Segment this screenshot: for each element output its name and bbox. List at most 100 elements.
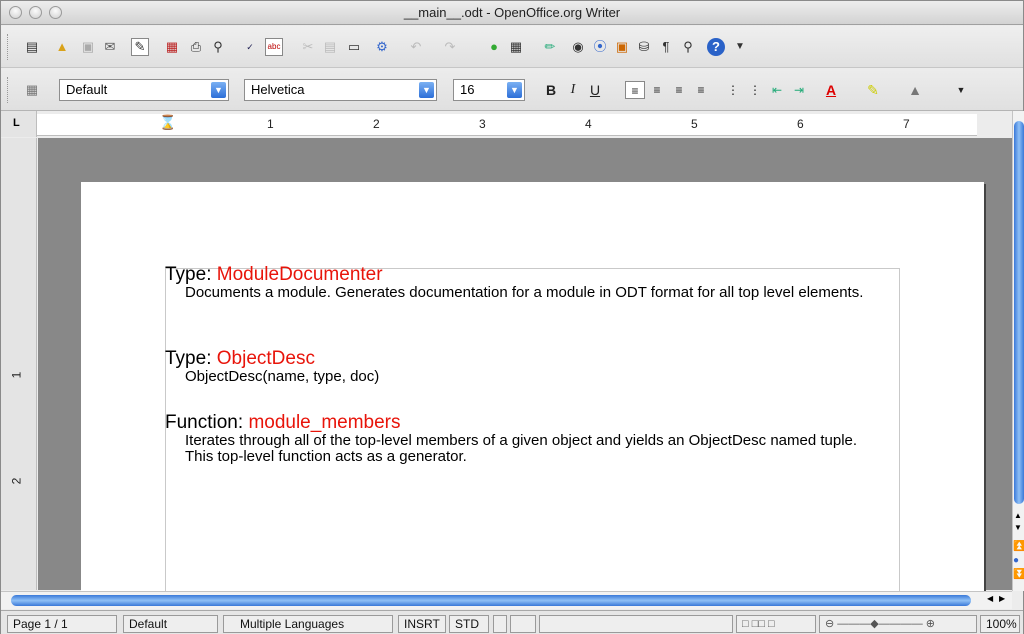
ruler-number: 2 (373, 117, 380, 131)
vertical-scroll-thumb[interactable] (1014, 121, 1024, 504)
scroll-down-icon[interactable]: ▼ (1014, 523, 1022, 532)
increase-indent-icon[interactable]: ⇥ (789, 81, 809, 99)
entry-name: ObjectDesc (216, 348, 315, 369)
indent-marker-icon[interactable]: ⌛ (159, 114, 176, 131)
show-draw-functions-icon[interactable]: ✏ (541, 38, 559, 56)
chevron-down-icon[interactable]: ▼ (211, 82, 226, 98)
paragraph-style-value: Default (66, 82, 108, 97)
entry-description: Iterates through all of the top-level me… (185, 432, 858, 465)
entry-heading: Type: ObjectDesc (165, 349, 885, 369)
clone-formatting-icon[interactable]: ⚙ (373, 38, 391, 56)
font-size-select[interactable]: 16 ▼ (453, 79, 525, 101)
entry-kind: Function: (165, 412, 249, 433)
toolbar-grip[interactable] (7, 34, 11, 60)
help-icon[interactable]: ? (707, 38, 725, 56)
vertical-ruler[interactable]: 1 2 (1, 138, 37, 590)
status-bar: Page 1 / 1 Default Multiple Languages IN… (1, 610, 1023, 634)
edit-file-icon[interactable]: ✎ (131, 38, 149, 56)
justify-icon[interactable]: ≡ (691, 81, 711, 99)
navigation-icon[interactable]: ● (1013, 555, 1019, 566)
print-icon[interactable]: ⎙ (187, 38, 205, 56)
digital-signature-indicator (510, 615, 536, 633)
writer-window: __main__.odt - OpenOffice.org Writer ▤ ▲… (0, 0, 1024, 634)
spellcheck-icon[interactable]: ✓ (241, 38, 259, 56)
scroll-left-icon[interactable]: ◀ (987, 594, 993, 603)
align-left-icon[interactable]: ≡ (625, 81, 645, 99)
redo-icon[interactable]: ↷ (441, 38, 459, 56)
horizontal-ruler[interactable]: 1 2 3 4 5 6 7 ⌛ (37, 114, 977, 136)
toolbar-overflow-icon[interactable]: ▼ (731, 38, 749, 56)
gallery-icon[interactable]: ▣ (613, 38, 631, 56)
entry-name: module_members (248, 412, 401, 433)
open-folder-icon[interactable]: ▲ (53, 38, 71, 56)
page-indicator[interactable]: Page 1 / 1 (7, 615, 117, 633)
scroll-right-icon[interactable]: ▶ (999, 594, 1005, 603)
ruler-corner[interactable]: L (1, 111, 37, 137)
new-document-icon[interactable]: ▤ (23, 38, 41, 56)
ruler-number: 1 (267, 117, 274, 131)
document-page[interactable]: Type: ModuleDocumenter Documents a modul… (81, 182, 984, 608)
navigator-icon[interactable]: ⦿ (591, 38, 609, 56)
entry-heading: Type: ModuleDocumenter (165, 265, 885, 285)
zoom-icon[interactable]: ⚲ (679, 38, 697, 56)
font-name-select[interactable]: Helvetica ▼ (244, 79, 437, 101)
autospellcheck-icon[interactable]: abc (265, 38, 283, 56)
zoom-level[interactable]: 100% (980, 615, 1020, 633)
toolbar-overflow-icon[interactable]: ▼ (951, 81, 971, 99)
toolbar-grip[interactable] (7, 77, 11, 103)
save-icon[interactable]: ▣ (79, 38, 97, 56)
doc-entry: Function: module_members Iterates throug… (165, 413, 885, 465)
scroll-up-icon[interactable]: ▲ (1014, 511, 1022, 520)
background-color-icon[interactable]: ▲ (905, 81, 925, 99)
paragraph-style-select[interactable]: Default ▼ (59, 79, 229, 101)
font-size-value: 16 (460, 82, 475, 97)
page-style-indicator[interactable]: Default (123, 615, 218, 633)
italic-button[interactable]: I (563, 81, 583, 99)
email-document-icon[interactable]: ✉ (101, 38, 119, 56)
cut-icon[interactable]: ✂ (299, 38, 317, 56)
document-canvas[interactable]: Type: ModuleDocumenter Documents a modul… (38, 138, 1013, 608)
highlighting-icon[interactable]: ✎ (863, 81, 883, 99)
entry-kind: Type: (165, 348, 217, 369)
data-sources-icon[interactable]: ⛁ (635, 38, 653, 56)
formatting-marks-icon[interactable]: ¶ (657, 38, 675, 56)
table-icon[interactable]: ▦ (507, 38, 525, 56)
underline-button[interactable]: U (585, 81, 605, 99)
language-indicator[interactable]: Multiple Languages (223, 615, 393, 633)
ruler-number: 3 (479, 117, 486, 131)
ruler-number: 5 (691, 117, 698, 131)
decrease-indent-icon[interactable]: ⇤ (767, 81, 787, 99)
copy-icon[interactable]: ▤ (321, 38, 339, 56)
export-pdf-icon[interactable]: ▦ (163, 38, 181, 56)
bullets-icon[interactable]: ⋮ (745, 81, 765, 99)
zoom-slider[interactable]: ⊖ ———◆———— ⊕ (819, 615, 977, 633)
numbering-icon[interactable]: ⋮ (723, 81, 743, 99)
object-info-field (539, 615, 733, 633)
horizontal-scroll-thumb[interactable] (11, 595, 971, 606)
paste-icon[interactable]: ▭ (345, 38, 363, 56)
page-preview-icon[interactable]: ⚲ (209, 38, 227, 56)
view-layout-icon[interactable]: □ □□ □ (736, 615, 816, 633)
entry-kind: Type: (165, 264, 217, 285)
styles-formatting-icon[interactable]: ▦ (23, 81, 41, 99)
vertical-scrollbar[interactable]: ▲ ▼ ⏫ ● ⏬ (1012, 111, 1024, 591)
align-right-icon[interactable]: ≡ (669, 81, 689, 99)
ruler-number: 6 (797, 117, 804, 131)
find-replace-icon[interactable]: ◉ (569, 38, 587, 56)
next-page-icon[interactable]: ⏬ (1013, 569, 1024, 580)
doc-entry: Type: ModuleDocumenter Documents a modul… (165, 265, 885, 301)
undo-icon[interactable]: ↶ (407, 38, 425, 56)
entry-description: ObjectDesc(name, type, doc) (185, 368, 380, 385)
horizontal-scrollbar[interactable]: ◀ ▶ (1, 591, 1012, 609)
hyperlink-icon[interactable]: ● (485, 38, 503, 56)
chevron-down-icon[interactable]: ▼ (419, 82, 434, 98)
bold-button[interactable]: B (541, 81, 561, 99)
font-color-icon[interactable]: A (821, 81, 841, 99)
selection-mode-indicator[interactable]: STD (449, 615, 489, 633)
title-bar: __main__.odt - OpenOffice.org Writer (1, 1, 1023, 25)
chevron-down-icon[interactable]: ▼ (507, 82, 522, 98)
insert-mode-indicator[interactable]: INSRT (398, 615, 446, 633)
entry-heading: Function: module_members (165, 413, 885, 433)
align-center-icon[interactable]: ≡ (647, 81, 667, 99)
previous-page-icon[interactable]: ⏫ (1013, 541, 1024, 552)
